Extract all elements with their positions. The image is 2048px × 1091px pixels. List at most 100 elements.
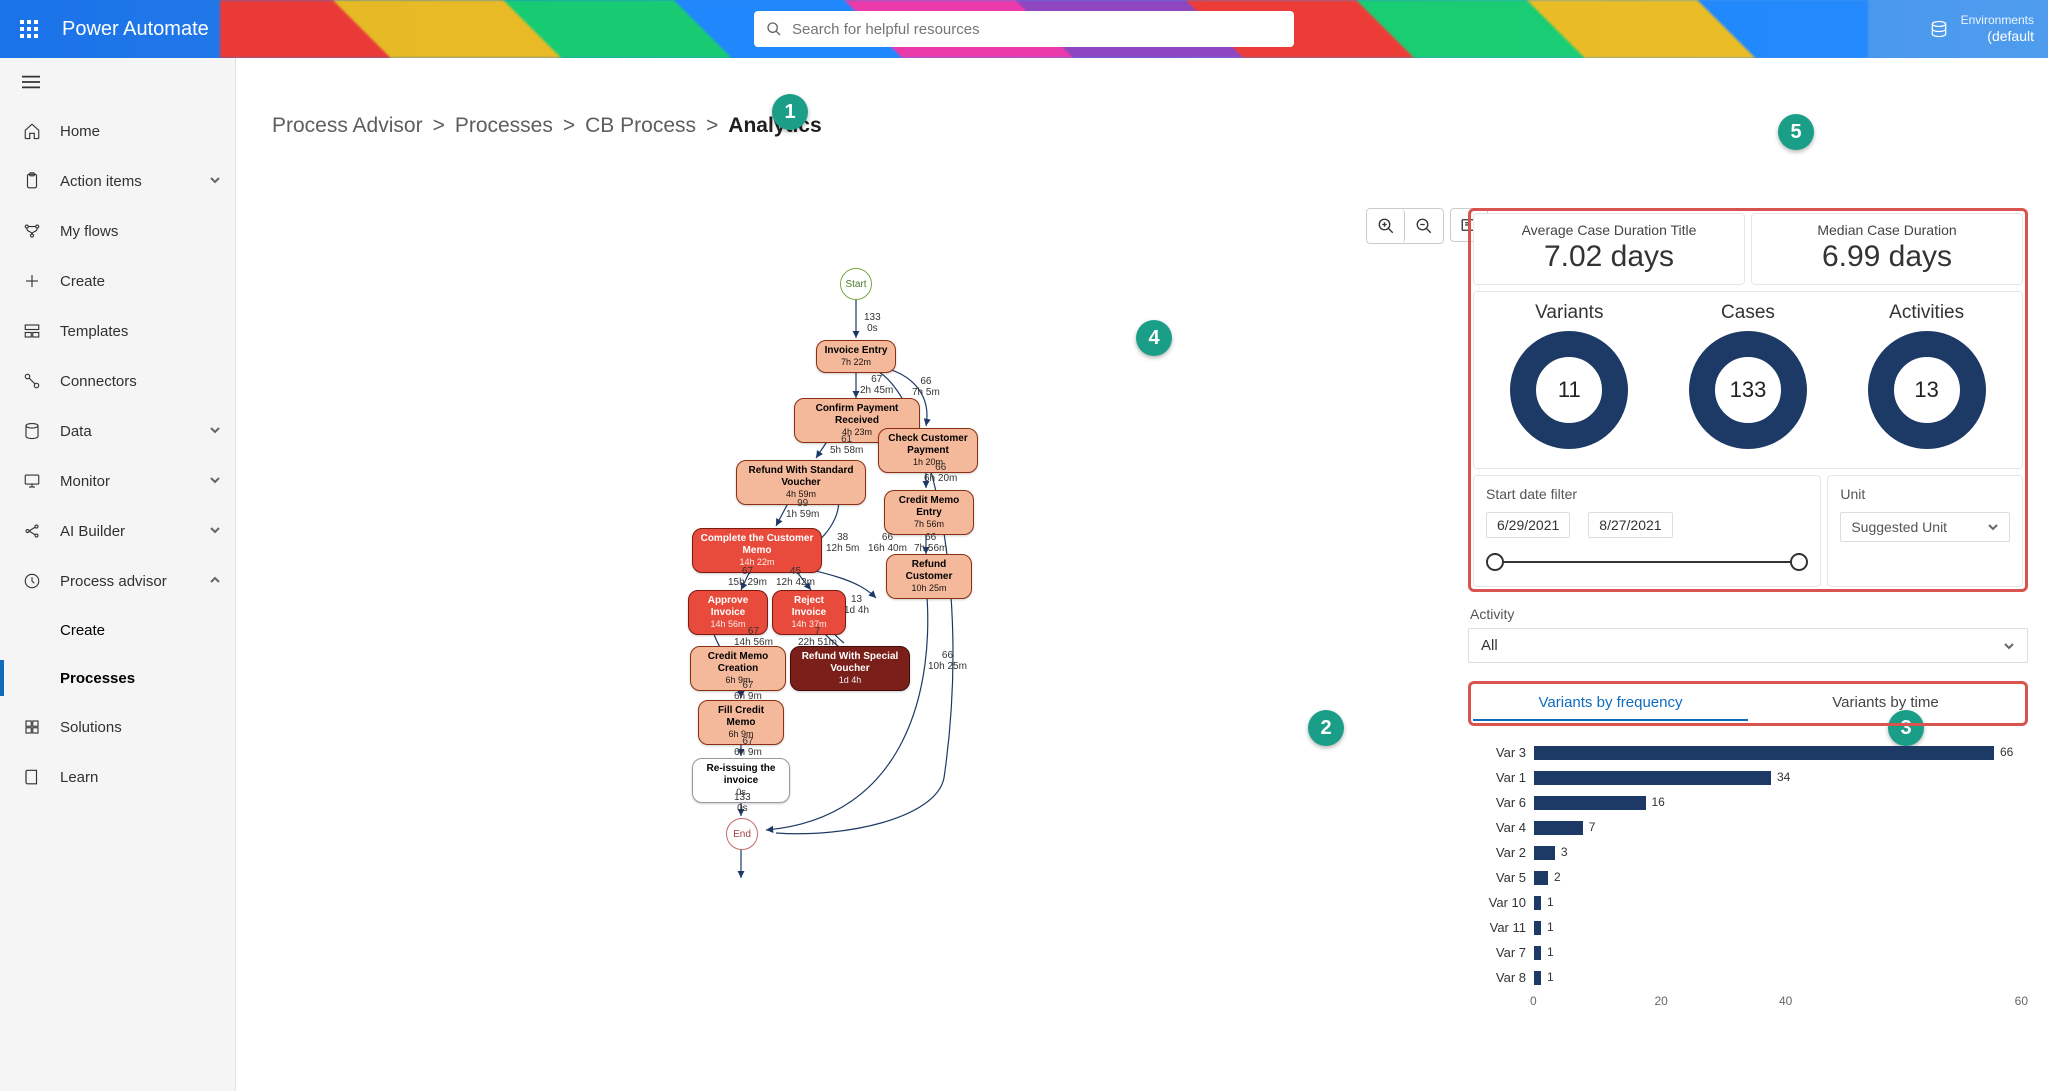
tab-variants-time[interactable]: Variants by time bbox=[1748, 686, 2023, 721]
chart-row[interactable]: Var 7 1 bbox=[1472, 940, 2028, 965]
hamburger-button[interactable] bbox=[0, 58, 235, 106]
kpi-activities[interactable]: Activities 13 bbox=[1867, 302, 1987, 450]
tab-variants-frequency[interactable]: Variants by frequency bbox=[1473, 686, 1748, 721]
chart-row[interactable]: Var 6 16 bbox=[1472, 790, 2028, 815]
zoom-out-icon bbox=[1415, 217, 1433, 235]
chart-row[interactable]: Var 8 1 bbox=[1472, 965, 2028, 990]
sidebar-subitem-processes[interactable]: Processes bbox=[0, 654, 235, 702]
chart-bar bbox=[1534, 771, 1771, 785]
monitor-icon bbox=[22, 471, 42, 491]
breadcrumb-item[interactable]: CB Process bbox=[585, 114, 696, 138]
date-from[interactable]: 6/29/2021 bbox=[1486, 512, 1570, 538]
edge-label: 6616h 40m bbox=[868, 532, 907, 554]
zoom-out-button[interactable] bbox=[1405, 209, 1443, 243]
kpi-median-duration[interactable]: Median Case Duration 6.99 days bbox=[1751, 213, 2023, 285]
sidebar-item-templates[interactable]: Templates bbox=[0, 306, 235, 356]
sidebar-item-label: Solutions bbox=[60, 719, 122, 736]
chart-row[interactable]: Var 3 66 bbox=[1472, 740, 2028, 765]
chart-bar-value: 1 bbox=[1547, 970, 1554, 984]
unit-select[interactable]: Suggested Unit bbox=[1840, 512, 2010, 542]
slider-knob-right[interactable] bbox=[1790, 553, 1808, 571]
sidebar-item-monitor[interactable]: Monitor bbox=[0, 456, 235, 506]
slider-knob-left[interactable] bbox=[1486, 553, 1504, 571]
kpi-variants[interactable]: Variants 11 bbox=[1509, 302, 1629, 450]
home-icon bbox=[22, 121, 42, 141]
sidebar-item-label: AI Builder bbox=[60, 523, 125, 540]
sidebar-item-data[interactable]: Data bbox=[0, 406, 235, 456]
chart-bar bbox=[1534, 896, 1541, 910]
chart-row-label: Var 1 bbox=[1472, 770, 1534, 785]
kpi-cases[interactable]: Cases 133 bbox=[1688, 302, 1808, 450]
zoom-in-button[interactable] bbox=[1367, 209, 1405, 243]
sidebar-item-label: Data bbox=[60, 423, 92, 440]
activity-select[interactable]: All bbox=[1468, 628, 2028, 663]
chevron-down-icon bbox=[209, 173, 221, 190]
date-range-slider[interactable] bbox=[1486, 552, 1808, 572]
chart-bar bbox=[1534, 871, 1548, 885]
environment-label: Environments bbox=[1961, 13, 2034, 27]
edge-label: 6715h 29m bbox=[728, 566, 767, 588]
sidebar-item-action-items[interactable]: Action items bbox=[0, 156, 235, 206]
chevron-down-icon bbox=[209, 473, 221, 490]
sidebar-subitem-create[interactable]: Create bbox=[0, 606, 235, 654]
chart-row[interactable]: Var 1 34 bbox=[1472, 765, 2028, 790]
chart-row[interactable]: Var 4 7 bbox=[1472, 815, 2028, 840]
variants-bar-chart[interactable]: Var 3 66 Var 1 34 Var 6 16 Var 4 7 Var 2… bbox=[1468, 740, 2028, 990]
edge-label: 6610h 25m bbox=[928, 650, 967, 672]
sidebar-item-label: Connectors bbox=[60, 373, 137, 390]
data-icon bbox=[22, 421, 42, 441]
app-title: Power Automate bbox=[62, 18, 209, 41]
edge-label: 991h 59m bbox=[786, 498, 819, 520]
node-refund-special[interactable]: Refund With Special Voucher 1d 4h bbox=[790, 646, 910, 691]
node-invoice-entry[interactable]: Invoice Entry 7h 22m bbox=[816, 340, 896, 373]
edge-label: 615h 58m bbox=[830, 434, 863, 456]
sidebar-item-my-flows[interactable]: My flows bbox=[0, 206, 235, 256]
chart-row-label: Var 5 bbox=[1472, 870, 1534, 885]
chart-row-label: Var 3 bbox=[1472, 745, 1534, 760]
chart-bar-value: 7 bbox=[1589, 820, 1596, 834]
node-start[interactable]: Start bbox=[840, 268, 872, 300]
node-refund-customer[interactable]: Refund Customer 10h 25m bbox=[886, 554, 972, 599]
sidebar-item-process-advisor[interactable]: Process advisor bbox=[0, 556, 235, 606]
node-credit-memo-entry[interactable]: Credit Memo Entry 7h 56m bbox=[884, 490, 974, 535]
edge-label: 1330s bbox=[734, 792, 751, 814]
chart-row[interactable]: Var 11 1 bbox=[1472, 915, 2028, 940]
variants-chart-axis: 0204060 bbox=[1468, 994, 2028, 1008]
sidebar-item-create[interactable]: Create bbox=[0, 256, 235, 306]
sidebar-item-connectors[interactable]: Connectors bbox=[0, 356, 235, 406]
date-to[interactable]: 8/27/2021 bbox=[1588, 512, 1672, 538]
node-end[interactable]: End bbox=[726, 818, 758, 850]
chart-row-label: Var 8 bbox=[1472, 970, 1534, 985]
sidebar-item-home[interactable]: Home bbox=[0, 106, 235, 156]
chart-bar bbox=[1534, 846, 1555, 860]
chevron-down-icon bbox=[209, 423, 221, 440]
chart-row[interactable]: Var 2 3 bbox=[1472, 840, 2028, 865]
app-launcher-button[interactable] bbox=[0, 0, 58, 58]
callout-badge-1: 1 bbox=[772, 94, 808, 130]
chart-bar-value: 1 bbox=[1547, 920, 1554, 934]
edge-label: 6714h 56m bbox=[734, 626, 773, 648]
search-input[interactable] bbox=[792, 21, 1282, 38]
environment-picker[interactable]: Environments (default bbox=[1929, 13, 2034, 44]
sidebar-item-label: Action items bbox=[60, 173, 142, 190]
chevron-down-icon bbox=[209, 523, 221, 540]
chart-bar bbox=[1534, 946, 1541, 960]
sidebar-item-ai-builder[interactable]: AI Builder bbox=[0, 506, 235, 556]
sidebar-item-solutions[interactable]: Solutions bbox=[0, 702, 235, 752]
sidebar: Home Action items My flows Create Templa… bbox=[0, 58, 236, 1091]
kpi-avg-duration[interactable]: Average Case Duration Title 7.02 days bbox=[1473, 213, 1745, 285]
unit-filter-card: Unit Suggested Unit bbox=[1827, 475, 2023, 587]
chart-bar-value: 1 bbox=[1547, 895, 1554, 909]
search-box[interactable] bbox=[754, 11, 1294, 47]
sidebar-item-learn[interactable]: Learn bbox=[0, 752, 235, 802]
chart-row[interactable]: Var 5 2 bbox=[1472, 865, 2028, 890]
breadcrumb-item[interactable]: Process Advisor bbox=[272, 114, 423, 138]
ai-icon bbox=[22, 521, 42, 541]
process-map[interactable]: Start 1330s Invoice Entry 7h 22m 672h 45… bbox=[476, 258, 1236, 1058]
chart-row-label: Var 11 bbox=[1472, 920, 1534, 935]
start-date-filter-card: Start date filter 6/29/2021 8/27/2021 bbox=[1473, 475, 1821, 587]
edge-label: 131d 4h bbox=[844, 594, 869, 616]
chart-row[interactable]: Var 10 1 bbox=[1472, 890, 2028, 915]
breadcrumb-item[interactable]: Processes bbox=[455, 114, 553, 138]
chart-bar-value: 16 bbox=[1652, 795, 1665, 809]
